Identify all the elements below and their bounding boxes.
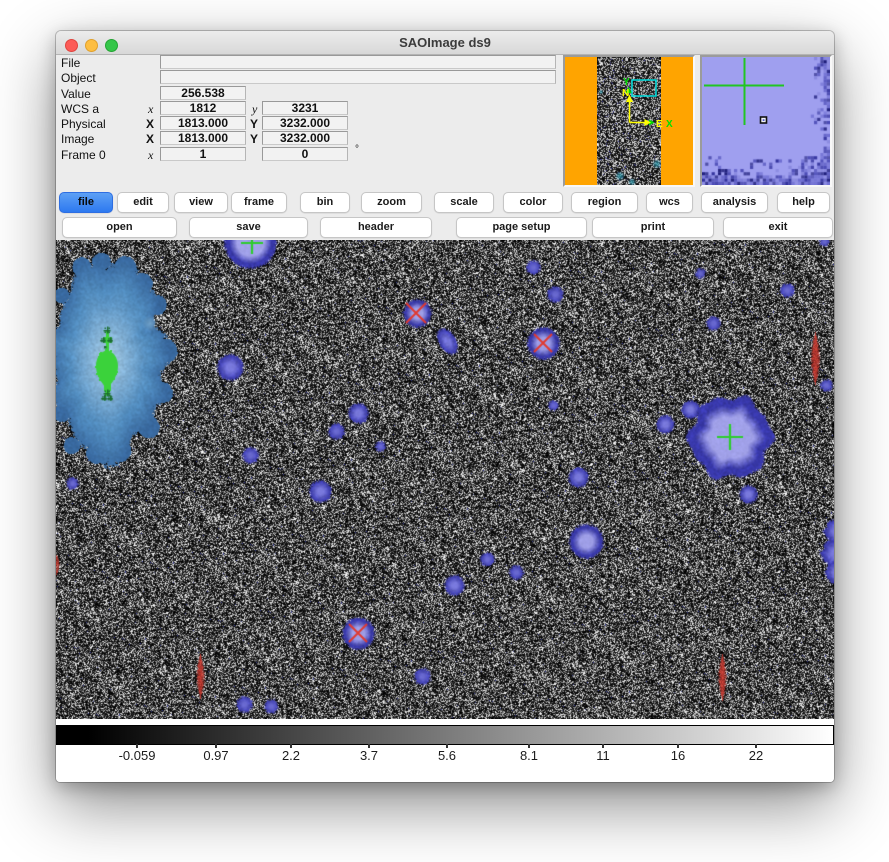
svg-text:Y: Y	[623, 77, 630, 88]
svg-text:E: E	[656, 119, 663, 130]
svg-text:N: N	[622, 88, 629, 99]
svg-text:X: X	[666, 119, 673, 130]
